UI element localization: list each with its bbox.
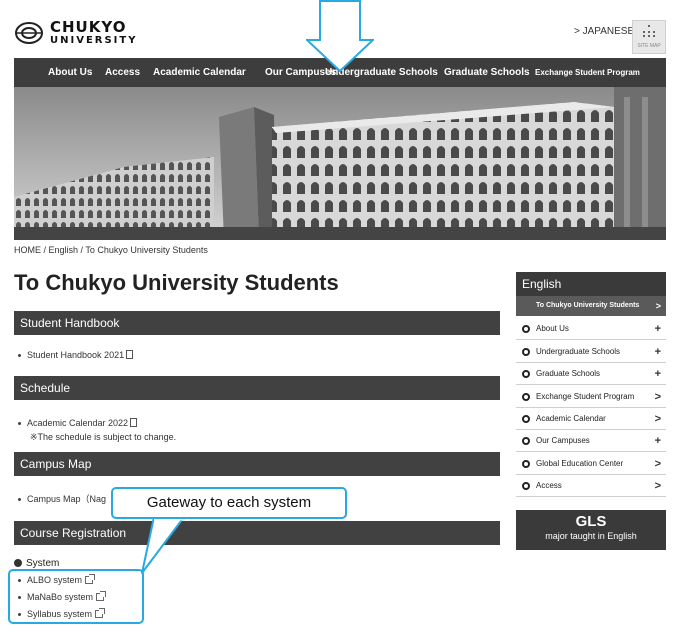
circle-bullet-icon — [522, 437, 530, 445]
sidebar-item-undergraduate-schools[interactable]: Undergraduate Schools + — [516, 341, 666, 363]
sidebar-item-label: About Us — [536, 324, 569, 333]
campus-map-link[interactable]: Campus Map（Nag — [18, 492, 106, 505]
chevron-right-icon: > — [654, 458, 661, 470]
pdf-document-icon — [130, 418, 138, 427]
breadcrumb[interactable]: HOME / English / To Chukyo University St… — [14, 245, 208, 255]
circle-bullet-icon — [522, 482, 530, 490]
logo-text-line1: CHUKYO — [50, 18, 127, 36]
chevron-right-icon: > — [654, 480, 661, 492]
campus-map-label: Campus Map（Nag — [27, 494, 107, 504]
nav-exchange-student-program[interactable]: Exchange Student Program — [535, 68, 640, 77]
nav-access[interactable]: Access — [105, 67, 140, 78]
bullet — [18, 354, 21, 358]
campus-building-photo — [14, 87, 666, 240]
expand-plus-icon[interactable]: + — [655, 341, 661, 363]
circle-bullet-icon — [522, 393, 530, 401]
sidebar-item-exchange-student-program[interactable]: Exchange Student Program > — [516, 386, 666, 408]
systems-highlight-box — [8, 569, 144, 624]
nav-about-us[interactable]: About Us — [48, 67, 92, 78]
logo-text-line2: UNIVERSITY — [50, 35, 138, 46]
sidebar-item-graduate-schools[interactable]: Graduate Schools + — [516, 363, 666, 385]
system-heading-label: System — [26, 558, 60, 569]
logo-mark-icon — [15, 22, 43, 44]
chevron-right-icon: > — [654, 413, 661, 425]
circle-bullet-icon — [522, 325, 530, 333]
section-header-schedule: Schedule — [14, 376, 500, 400]
sidebar-item-our-campuses[interactable]: Our Campuses + — [516, 430, 666, 452]
callout-pointer-icon — [141, 517, 185, 574]
circle-bullet-icon — [522, 348, 530, 356]
sitemap-button[interactable]: SITE MAP — [632, 20, 666, 54]
sidebar-item-academic-calendar[interactable]: Academic Calendar > — [516, 408, 666, 430]
sidebar-item-label: Exchange Student Program — [536, 392, 635, 401]
annotation-arrow-icon — [306, 0, 374, 72]
circle-bullet-icon — [522, 415, 530, 423]
sidebar-item-label: Our Campuses — [536, 436, 590, 445]
filled-circle-icon — [14, 559, 22, 567]
chevron-right-icon: > — [655, 301, 661, 311]
chevron-right-icon: > — [654, 391, 661, 403]
sidebar-item-label: Academic Calendar — [536, 414, 606, 423]
gls-subtitle: major taught in English — [545, 531, 637, 541]
expand-plus-icon[interactable]: + — [655, 318, 661, 340]
sidebar-current-label: To Chukyo University Students — [536, 302, 640, 309]
sidebar-title: English — [516, 272, 666, 296]
sidebar-item-label: Global Education Center — [536, 459, 624, 468]
section-header-campus-map: Campus Map — [14, 452, 500, 476]
annotation-callout: Gateway to each system — [111, 487, 347, 519]
pdf-document-icon — [126, 350, 134, 359]
system-heading: System — [14, 558, 59, 569]
circle-bullet-icon — [522, 460, 530, 468]
bullet — [18, 422, 21, 426]
circle-bullet-icon — [522, 370, 530, 378]
student-handbook-link[interactable]: Student Handbook 2021 — [18, 350, 134, 360]
nav-graduate-schools[interactable]: Graduate Schools — [444, 67, 530, 78]
academic-calendar-label: Academic Calendar 2022 — [27, 418, 129, 428]
sitemap-icon — [643, 25, 655, 37]
sidebar-item-about-us[interactable]: About Us + — [516, 318, 666, 340]
sidebar-item-global-education-center[interactable]: Global Education Center > — [516, 453, 666, 475]
hero-image — [14, 87, 666, 240]
academic-calendar-link[interactable]: Academic Calendar 2022 — [18, 418, 138, 428]
section-header-student-handbook: Student Handbook — [14, 311, 500, 335]
page-title: To Chukyo University Students — [14, 270, 339, 295]
schedule-note: ※The schedule is subject to change. — [30, 432, 177, 442]
sidebar-item-access[interactable]: Access > — [516, 475, 666, 497]
university-logo[interactable]: CHUKYO UNIVERSITY — [14, 20, 137, 46]
nav-academic-calendar[interactable]: Academic Calendar — [153, 67, 246, 78]
sitemap-label: SITE MAP — [637, 43, 661, 49]
gls-banner[interactable]: GLS major taught in English — [516, 510, 666, 550]
section-header-course-registration: Course Registration — [14, 521, 500, 545]
bullet — [18, 498, 21, 502]
sidebar-item-current[interactable]: To Chukyo University Students > — [516, 296, 666, 316]
japanese-link[interactable]: > JAPANESE — [574, 26, 634, 37]
sidebar-item-label: Access — [536, 481, 562, 490]
student-handbook-label: Student Handbook 2021 — [27, 350, 125, 360]
expand-plus-icon[interactable]: + — [655, 363, 661, 385]
sidebar-item-label: Undergraduate Schools — [536, 347, 621, 356]
expand-plus-icon[interactable]: + — [655, 430, 661, 452]
gls-title: GLS — [575, 513, 607, 530]
sidebar-item-label: Graduate Schools — [536, 369, 601, 378]
